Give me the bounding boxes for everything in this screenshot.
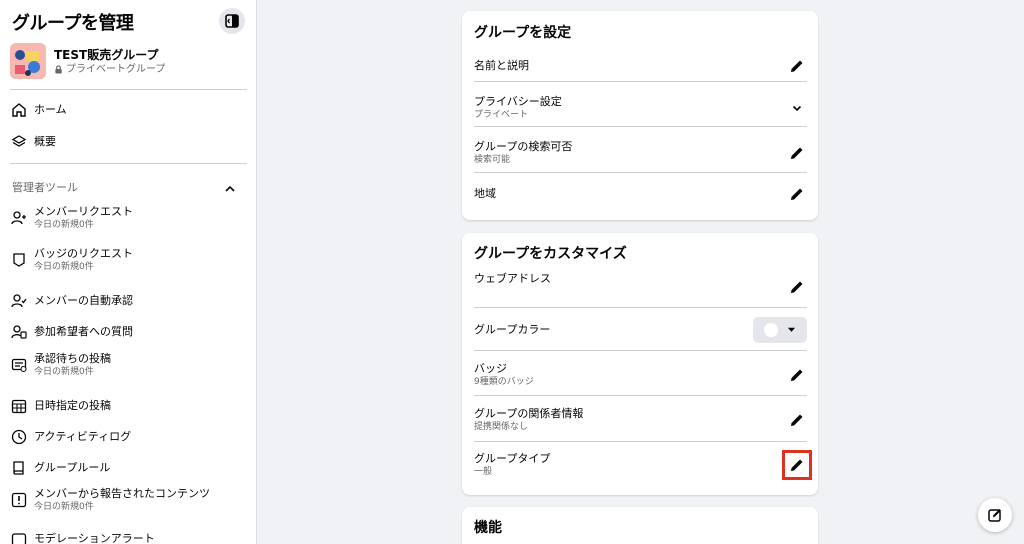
row-privacy[interactable]: プライバシー設定 プライベート [474,87,807,129]
edit-icon[interactable] [787,143,807,163]
sidebar-item-membership-questions[interactable]: 参加希望者への質問 [10,323,247,341]
divider [474,441,807,442]
row-visibility[interactable]: グループの検索可否 検索可能 [474,132,807,174]
clock-icon [10,428,28,446]
divider [474,395,807,396]
divider [474,172,807,173]
card-title: グループをカスタマイズ [474,246,627,262]
sidebar-item-badge-requests[interactable]: バッジのリクエスト 今日の新規0件 [10,247,247,273]
card-title: 機能 [474,520,502,536]
chevron-down-icon[interactable] [787,98,807,118]
sidebar-item-group-rules[interactable]: グループルール [10,459,247,477]
person-add-icon [10,209,28,227]
edit-icon[interactable] [787,184,807,204]
card-title: グループを設定 [474,25,572,41]
caret-down-icon [788,327,796,332]
home-icon [10,101,28,119]
report-icon [10,491,28,509]
page-title: グループを管理 [12,13,134,34]
divider [474,126,807,127]
sidebar-item-auto-approve[interactable]: メンバーの自動承認 [10,292,247,310]
sidebar-item-member-reports[interactable]: メンバーから報告されたコンテンツ 今日の新規0件 [10,487,247,513]
person-question-icon [10,323,28,341]
group-privacy-label: プライベートグループ [66,63,166,75]
divider [10,163,247,164]
compose-icon [988,509,1001,522]
sidebar-toggle-icon [225,14,239,28]
group-privacy: プライベートグループ [54,63,165,76]
features-card: 機能 [462,507,818,544]
sidebar-item-overview[interactable]: 概要 [10,133,247,151]
group-color-dropdown[interactable] [753,316,807,343]
sidebar-item-home[interactable]: ホーム [10,101,247,119]
color-swatch [763,322,778,337]
edit-icon[interactable] [787,365,807,385]
edit-icon[interactable] [787,277,807,297]
sidebar: グループを管理 TEST販売グループ プライベートグループ ホーム 概要 管理者… [0,0,257,544]
group-settings-card: グループを設定 名前と説明 プライバシー設定 プライベート グループの検索可否 検索… [462,11,818,220]
row-badges[interactable]: バッジ 9種類のバッジ [474,354,807,395]
edit-icon[interactable] [787,410,807,430]
sidebar-item-moderation-alerts[interactable]: モデレーションアラート [10,530,247,544]
sidebar-item-scheduled-posts[interactable]: 日時指定の投稿 [10,397,247,415]
chevron-up-icon[interactable] [224,180,236,199]
person-check-icon [10,292,28,310]
admin-tools-heading: 管理者ツール [12,181,78,194]
divider [474,81,807,82]
group-avatar [10,43,46,79]
badge-icon [10,251,28,269]
edit-icon[interactable] [787,56,807,76]
layers-icon [10,133,28,151]
calendar-icon [10,397,28,415]
divider [474,350,807,351]
row-affiliation[interactable]: グループの関係者情報 提携関係なし [474,399,807,441]
divider [474,307,807,308]
highlight-box [782,450,812,480]
row-group-color[interactable]: グループカラー [474,311,807,348]
alert-icon [10,530,28,544]
sidebar-item-member-requests[interactable]: メンバーリクエスト 今日の新規0件 [10,205,247,231]
compose-button[interactable] [978,498,1012,532]
group-header[interactable]: TEST販売グループ プライベートグループ [10,43,165,79]
sidebar-item-pending-posts[interactable]: 承認待ちの投稿 今日の新規0件 [10,352,247,378]
row-name-description[interactable]: 名前と説明 [474,49,807,83]
sidebar-item-activity-log[interactable]: アクティビティログ [10,428,247,446]
book-icon [10,459,28,477]
group-name: TEST販売グループ [54,47,159,62]
collapse-sidebar-button[interactable] [219,8,245,34]
row-web-address[interactable]: ウェブアドレス [474,268,807,306]
divider [10,89,247,90]
row-location[interactable]: 地域 [474,177,807,211]
post-pending-icon [10,356,28,374]
lock-icon [55,64,62,74]
row-group-type[interactable]: グループタイプ 一般 [474,445,812,485]
group-customize-card: グループをカスタマイズ ウェブアドレス グループカラー バッジ 9種類のバッジ グ… [462,233,818,495]
